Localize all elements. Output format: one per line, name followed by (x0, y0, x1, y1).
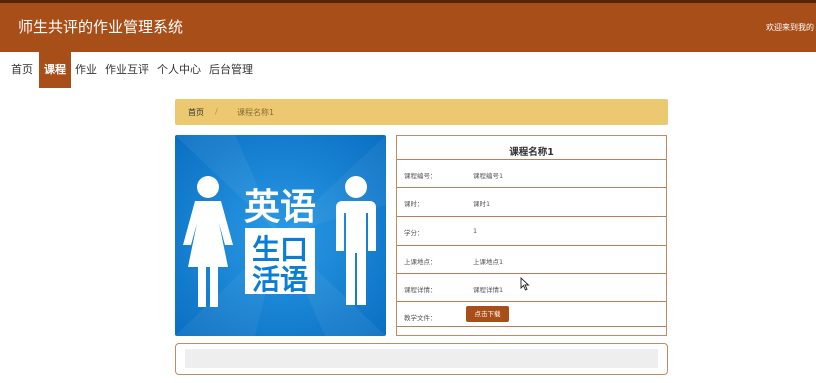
nav-item-admin[interactable]: 后台管理 (209, 52, 253, 88)
app-title: 师生共评的作业管理系统 (18, 18, 184, 36)
row-label: 学分： (404, 229, 424, 237)
row-label: 课程编号： (404, 172, 437, 180)
row-value: 课程编号1 (473, 172, 504, 180)
nav-item-personal-center[interactable]: 个人中心 (157, 52, 201, 88)
row-label: 课程详情： (404, 286, 437, 294)
info-row-teaching-file: 教学文件： 点击下载 (397, 301, 666, 327)
course-cover-image: 英语 生口 活语 (175, 135, 386, 336)
nav-item-courses[interactable]: 课程 (39, 52, 71, 88)
mouse-cursor-icon (520, 276, 530, 295)
course-title: 课程名称1 (509, 147, 554, 158)
cover-small-text-2: 活语 (252, 263, 308, 296)
info-row-class-hours: 课时： 课时1 (397, 187, 666, 215)
row-value: 1 (473, 227, 478, 235)
info-row-credits: 学分： 1 (397, 216, 666, 244)
breadcrumb-home-link[interactable]: 首页 (188, 107, 204, 118)
cover-small-text-1: 生口 (252, 233, 308, 266)
breadcrumb: 首页 / 课程名称1 (175, 99, 668, 125)
info-row-course-code: 课程编号： 课程编号1 (397, 159, 666, 187)
row-value: 上课地点1 (473, 258, 504, 266)
breadcrumb-separator: / (215, 107, 218, 116)
bottom-content-box (175, 343, 668, 375)
bottom-content-area (185, 349, 658, 368)
row-label: 教学文件： (404, 314, 437, 322)
welcome-text: 欢迎来到我的 (766, 23, 814, 32)
info-row-details: 课程详情： 课程详情1 (397, 273, 666, 301)
row-label: 上课地点： (404, 258, 437, 266)
row-value: 课程详情1 (473, 286, 504, 294)
main-nav: 首页 课程 作业 作业互评 个人中心 后台管理 (0, 52, 816, 88)
breadcrumb-current: 课程名称1 (237, 108, 275, 117)
nav-item-home[interactable]: 首页 (11, 52, 33, 88)
info-row-location: 上课地点： 上课地点1 (397, 245, 666, 273)
top-header: 师生共评的作业管理系统 欢迎来到我的 (0, 0, 816, 52)
cover-big-text: 英语 (244, 187, 316, 228)
row-label: 课时： (404, 200, 424, 208)
nav-item-peer-review[interactable]: 作业互评 (105, 52, 149, 88)
course-info-panel: 课程名称1 课程编号： 课程编号1 课时： 课时1 学分： 1 上课地点： 上课… (396, 135, 667, 336)
nav-item-homework[interactable]: 作业 (75, 52, 97, 88)
row-value: 课时1 (473, 200, 491, 208)
download-button[interactable]: 点击下载 (466, 306, 509, 322)
